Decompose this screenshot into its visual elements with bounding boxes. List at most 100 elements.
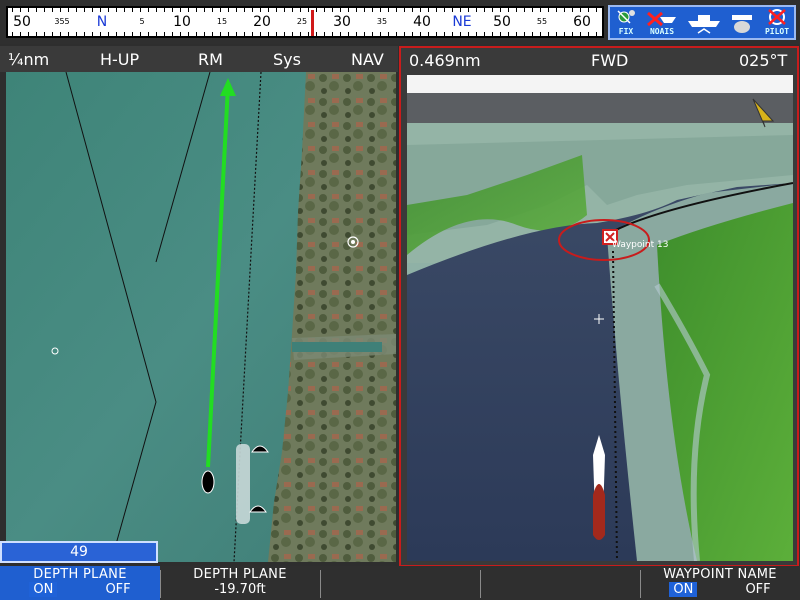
compass-label: 25 — [296, 17, 308, 26]
ferry-boat — [236, 444, 250, 524]
option-off[interactable]: OFF — [105, 582, 130, 597]
compass-label: 30 — [333, 14, 351, 30]
compass-tick — [156, 32, 157, 36]
navigation-display: 50 355 N 5 10 15 20 25 30 35 40 NE 50 55 60 FIX NOAIS — [0, 0, 800, 600]
compass-tick — [36, 8, 37, 12]
compass-tick — [548, 8, 549, 12]
vessel-icon — [688, 15, 720, 34]
compass-tick — [252, 32, 253, 36]
compass-tick — [132, 32, 133, 36]
compass-tick — [444, 8, 445, 12]
compass-tick — [388, 32, 389, 36]
compass-tick — [596, 8, 597, 12]
own-vessel[interactable] — [201, 470, 215, 494]
compass-tick — [524, 32, 525, 36]
compass-tick — [140, 8, 141, 12]
compass-tick — [412, 8, 413, 12]
chart-range[interactable]: ¼nm — [8, 50, 49, 69]
compass-tick — [12, 32, 13, 36]
compass-tick — [444, 32, 445, 36]
pilot-label: PILOT — [764, 27, 790, 36]
compass-tick — [516, 8, 517, 12]
3d-range[interactable]: 0.469nm — [409, 51, 481, 70]
compass-tick — [132, 8, 133, 12]
compass-tick — [316, 32, 317, 36]
compass-tick — [212, 8, 213, 12]
softkey-waypoint-name[interactable]: WAYPOINT NAME ON OFF — [640, 566, 800, 600]
softkey-empty-1[interactable] — [320, 566, 480, 600]
waypoint-label: Waypoint 13 — [612, 240, 668, 250]
compass-label: 20 — [253, 14, 271, 30]
compass-tick — [580, 32, 581, 36]
compass-tick — [340, 32, 341, 36]
softkey-title: DEPTH PLANE — [33, 567, 127, 582]
compass-tick — [300, 8, 301, 12]
noais-button[interactable]: NOAIS — [642, 7, 682, 38]
nav-menu[interactable]: NAV — [351, 50, 384, 69]
compass-tick — [452, 32, 453, 36]
softkey-empty-2[interactable] — [480, 566, 640, 600]
compass-tick — [236, 8, 237, 12]
compass-label: 50 — [13, 14, 31, 30]
compass-tick — [412, 32, 413, 36]
option-on[interactable]: ON — [669, 582, 698, 597]
compass-tick — [76, 32, 77, 36]
pilot-button[interactable]: PILOT — [760, 7, 794, 38]
toolbar-icons: FIX NOAIS PILOT — [608, 5, 796, 40]
compass-tick — [284, 32, 285, 36]
compass-tick — [204, 8, 205, 12]
compass-tick — [148, 32, 149, 36]
vessel-button[interactable] — [684, 7, 724, 38]
compass-tick — [172, 32, 173, 36]
softkey-depth-value[interactable]: DEPTH PLANE -19.70ft — [160, 566, 320, 600]
compass-tick — [196, 8, 197, 12]
compass-tick — [36, 32, 37, 36]
compass-tick — [28, 8, 29, 12]
3d-terrain-view[interactable]: Waypoint 13 — [407, 75, 793, 561]
chart-motion-mode[interactable]: RM — [198, 50, 223, 69]
chart-orientation[interactable]: H-UP — [100, 50, 139, 69]
autopilot-off-icon — [768, 9, 786, 25]
chart-header: ¼nm H-UP RM Sys NAV — [0, 46, 398, 72]
compass-tick — [60, 8, 61, 12]
compass-tick — [196, 32, 197, 36]
softkey-options: ON OFF — [0, 582, 160, 597]
compass-tick — [452, 8, 453, 12]
compass-tick — [428, 32, 429, 36]
3d-view-direction[interactable]: FWD — [591, 51, 628, 70]
compass-tick — [508, 32, 509, 36]
3d-view-pane: 0.469nm FWD 025°T Waypoint 13 — [399, 46, 799, 567]
compass-tick — [420, 32, 421, 36]
compass-tick — [228, 32, 229, 36]
compass-tick — [388, 8, 389, 12]
compass-label: NE — [452, 14, 472, 30]
compass-label: 10 — [173, 14, 191, 30]
compass-tick — [348, 8, 349, 12]
compass-tick — [340, 8, 341, 12]
compass-tick — [44, 32, 45, 36]
compass-tick — [84, 8, 85, 12]
compass-tick — [236, 32, 237, 36]
compass-tick — [100, 8, 101, 12]
fix-button[interactable]: FIX — [612, 7, 640, 38]
compass-tick — [204, 32, 205, 36]
option-off[interactable]: OFF — [745, 582, 770, 597]
compass-tick — [324, 8, 325, 12]
radar-button[interactable] — [726, 7, 758, 38]
compass-tick — [476, 32, 477, 36]
top-bar: 50 355 N 5 10 15 20 25 30 35 40 NE 50 55 60 FIX NOAIS — [0, 0, 800, 44]
softkey-depth-plane[interactable]: DEPTH PLANE ON OFF — [0, 566, 160, 600]
own-vessel-3d[interactable] — [593, 484, 605, 540]
navaid-center — [351, 240, 355, 244]
compass-tick — [548, 32, 549, 36]
option-on[interactable]: ON — [29, 582, 58, 597]
satellite-chart[interactable] — [6, 72, 396, 562]
compass-tick — [404, 32, 405, 36]
compass-tick — [508, 8, 509, 12]
compass-tick — [92, 32, 93, 36]
compass-tick — [244, 32, 245, 36]
compass-tick — [324, 32, 325, 36]
compass-tick — [380, 32, 381, 36]
sys-menu[interactable]: Sys — [273, 50, 301, 69]
compass-tick — [92, 8, 93, 12]
